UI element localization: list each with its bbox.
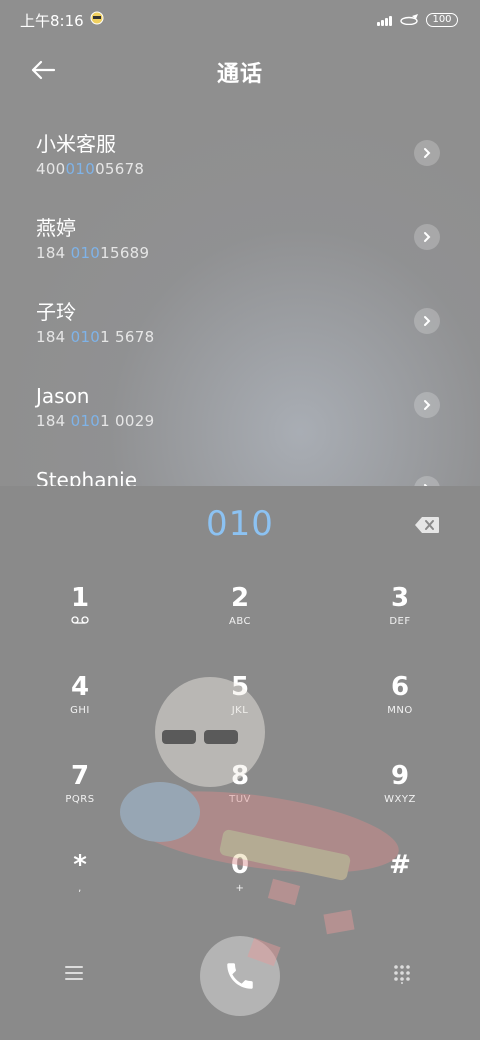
wallpaper-mascot [120,677,399,967]
header: 通话 [0,48,480,92]
page-title: 通话 [216,62,263,87]
contact-name: Stephanie [36,468,138,486]
voicemail-icon [20,616,140,627]
menu-button[interactable] [64,964,92,986]
contact-number: 184 01015689 [36,244,150,262]
contact-number: 184 0101 0029 [36,412,155,430]
chevron-right-icon[interactable] [414,308,440,334]
status-left: 上午8:16 [20,10,104,31]
battery-icon: 100 [426,13,458,27]
notification-icon [90,11,104,29]
contact-item[interactable]: 子玲 184 0101 5678 [0,280,480,364]
status-right: 100 [377,11,458,29]
contact-number: 40001005678 [36,160,145,178]
key-2[interactable]: 2 ABC [180,582,300,662]
chevron-right-icon[interactable] [414,392,440,418]
signal-icon [377,14,392,26]
menu-icon [65,966,83,980]
chevron-right-icon[interactable] [414,140,440,166]
dial-input[interactable]: 010 [0,504,480,544]
contact-item[interactable]: 小米客服 40001005678 [0,112,480,196]
status-bar: 上午8:16 100 [0,0,480,40]
contact-list[interactable]: 小米客服 40001005678 燕婷 184 01015689 子玲 184 … [0,112,480,486]
key-3[interactable]: 3 DEF [340,582,460,662]
contact-number: 184 0101 5678 [36,328,155,346]
status-time: 上午8:16 [20,11,84,30]
wifi-icon [398,11,420,29]
backspace-icon [415,517,439,533]
delete-button[interactable] [414,516,440,534]
contact-item[interactable]: 燕婷 184 01015689 [0,196,480,280]
key-1[interactable]: 1 [20,582,140,662]
contact-item[interactable]: Jason 184 0101 0029 [0,364,480,448]
chevron-right-icon[interactable] [414,224,440,250]
contact-item[interactable]: Stephanie [0,448,480,486]
